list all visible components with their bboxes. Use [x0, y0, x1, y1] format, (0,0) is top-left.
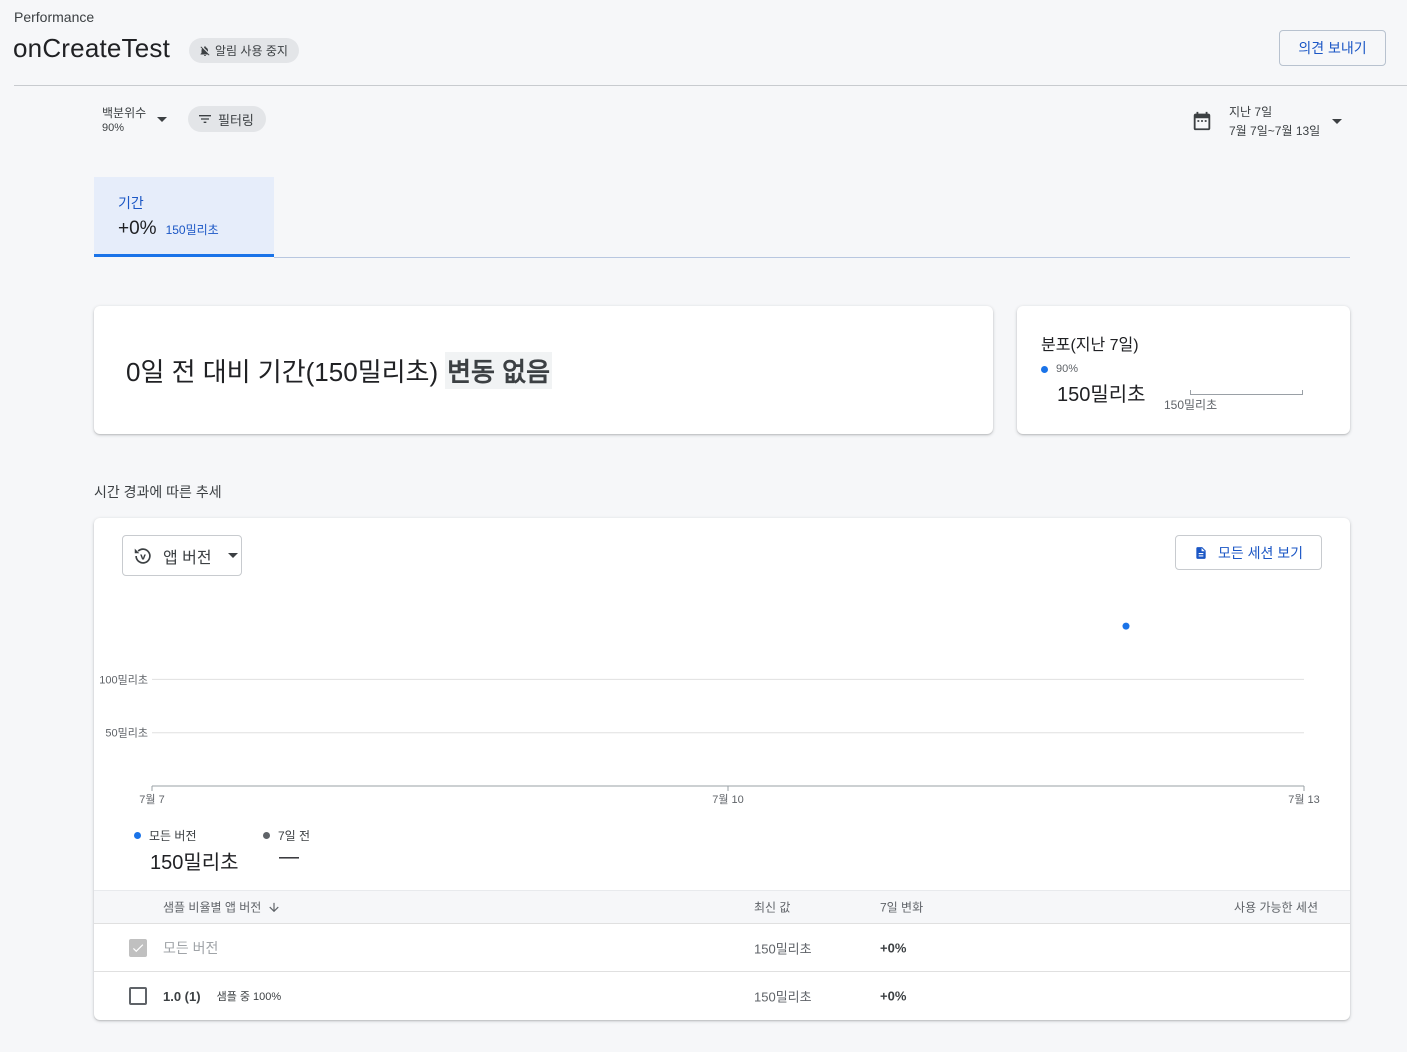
distribution-percentile: 90% [1041, 363, 1078, 375]
column-app-version[interactable]: 샘플 비율별 앱 버전 [163, 899, 281, 916]
trend-chart: 50밀리초 100밀리초 7월 7 7월 10 7월 13 [99, 622, 1320, 806]
alert-disabled-chip[interactable]: 알림 사용 중지 [189, 38, 299, 63]
tabs-divider [274, 257, 1350, 258]
send-feedback-button[interactable]: 의견 보내기 [1279, 30, 1386, 66]
distribution-percentile-label: 90% [1056, 363, 1079, 375]
table-header: 샘플 비율별 앱 버전 최신 값 7일 변화 사용 가능한 세션 [94, 890, 1350, 924]
row-version-name: 모든 버전 [163, 939, 219, 956]
data-point [1122, 622, 1130, 630]
distribution-value: 150밀리초 [1057, 384, 1146, 406]
version-checkbox[interactable] [129, 987, 147, 1005]
date-range-label: 지난 7일 [1229, 105, 1273, 119]
summary-card: 0일 전 대비 기간(150밀리초) 변동 없음 [94, 306, 993, 434]
x-tick-label: 7월 7 [139, 793, 164, 806]
x-tick-label: 7월 13 [1288, 793, 1320, 806]
table-row: 1.0 (1) 샘플 중 100% 150밀리초 +0% [94, 972, 1350, 1020]
chevron-down-icon [157, 116, 168, 122]
distribution-title: 분포(지난 7일) [1041, 337, 1139, 354]
chevron-down-icon [1332, 118, 1343, 124]
distribution-axis [1190, 390, 1303, 395]
arrow-down-icon [269, 902, 279, 912]
tab-duration[interactable]: 기간 +0% 150밀리초 [94, 177, 274, 257]
trend-heading: 시간 경과에 따른 추세 [94, 484, 222, 500]
percentile-select[interactable]: 백분위수 90% [102, 104, 168, 134]
series-dot [1041, 365, 1048, 373]
summary-highlight: 변동 없음 [445, 352, 553, 389]
table-row: 모든 버전 150밀리초 +0% [94, 924, 1350, 972]
page-title: onCreateTest [13, 33, 171, 63]
metric-tab-label: 기간 [118, 195, 144, 211]
bell-off-icon [200, 45, 210, 56]
legend-7-days-ago: 7일 전 — [263, 827, 310, 869]
legend-dot [263, 832, 270, 839]
legend-value: 150밀리초 [150, 852, 239, 874]
check-icon [132, 943, 144, 952]
x-tick-label: 7월 10 [712, 793, 744, 806]
metric-tab-value: 150밀리초 [165, 223, 219, 237]
row-sample-percent: 샘플 중 100% [216, 991, 282, 1003]
column-latest-value: 최신 값 [754, 900, 791, 915]
legend-dot [134, 832, 141, 839]
row-latest-value: 150밀리초 [754, 941, 812, 956]
date-range-select[interactable]: 지난 7일 7월 7일~7월 13일 [1191, 103, 1343, 139]
column-label: 샘플 비율별 앱 버전 [163, 900, 262, 915]
legend-value: — [279, 846, 299, 868]
y-tick-label: 100밀리초 [99, 673, 148, 686]
row-version: 1.0 (1) 샘플 중 100% [163, 988, 281, 1004]
filter-icon [199, 115, 211, 123]
summary-sentence: 0일 전 대비 기간(150밀리초) 변동 없음 [126, 352, 553, 389]
versions-table: 샘플 비율별 앱 버전 최신 값 7일 변화 사용 가능한 세션 모든 버전 1… [94, 890, 1350, 1020]
row-change: +0% [880, 988, 907, 1004]
all-versions-checkbox[interactable] [129, 938, 147, 957]
date-range-value: 7월 7일~7월 13일 [1229, 124, 1321, 138]
row-latest-value: 150밀리초 [754, 989, 812, 1005]
metric-tab-change: +0% [118, 218, 157, 239]
trend-card: v 앱 버전 모든 세션 보기 50밀리초 100밀리초 7월 7 7월 10 7월 1… [94, 518, 1350, 1020]
row-version-name: 1.0 (1) [163, 988, 201, 1004]
header-divider [14, 85, 1407, 86]
distribution-card: 분포(지난 7일) 90% 150밀리초 150밀리초 [1017, 306, 1350, 434]
filter-chip-label: 필터링 [218, 112, 254, 128]
summary-text: 0일 전 대비 기간(150밀리초) [126, 357, 439, 387]
legend-all-versions: 모든 버전 150밀리초 [134, 827, 239, 875]
filter-chip[interactable]: 필터링 [188, 106, 266, 132]
y-tick-label: 50밀리초 [105, 727, 148, 740]
distribution-axis-label: 150밀리초 [1164, 398, 1218, 412]
column-7day-change: 7일 변화 [880, 900, 924, 915]
percentile-label: 백분위수 [102, 106, 147, 120]
column-available-sessions: 사용 가능한 세션 [1234, 900, 1318, 915]
section-label: Performance [14, 9, 95, 25]
legend-label: 모든 버전 [149, 829, 197, 843]
alert-chip-label: 알림 사용 중지 [215, 44, 288, 58]
calendar-icon [1193, 111, 1211, 131]
row-change: +0% [880, 940, 907, 955]
legend-label: 7일 전 [278, 829, 311, 843]
percentile-value: 90% [102, 122, 125, 134]
